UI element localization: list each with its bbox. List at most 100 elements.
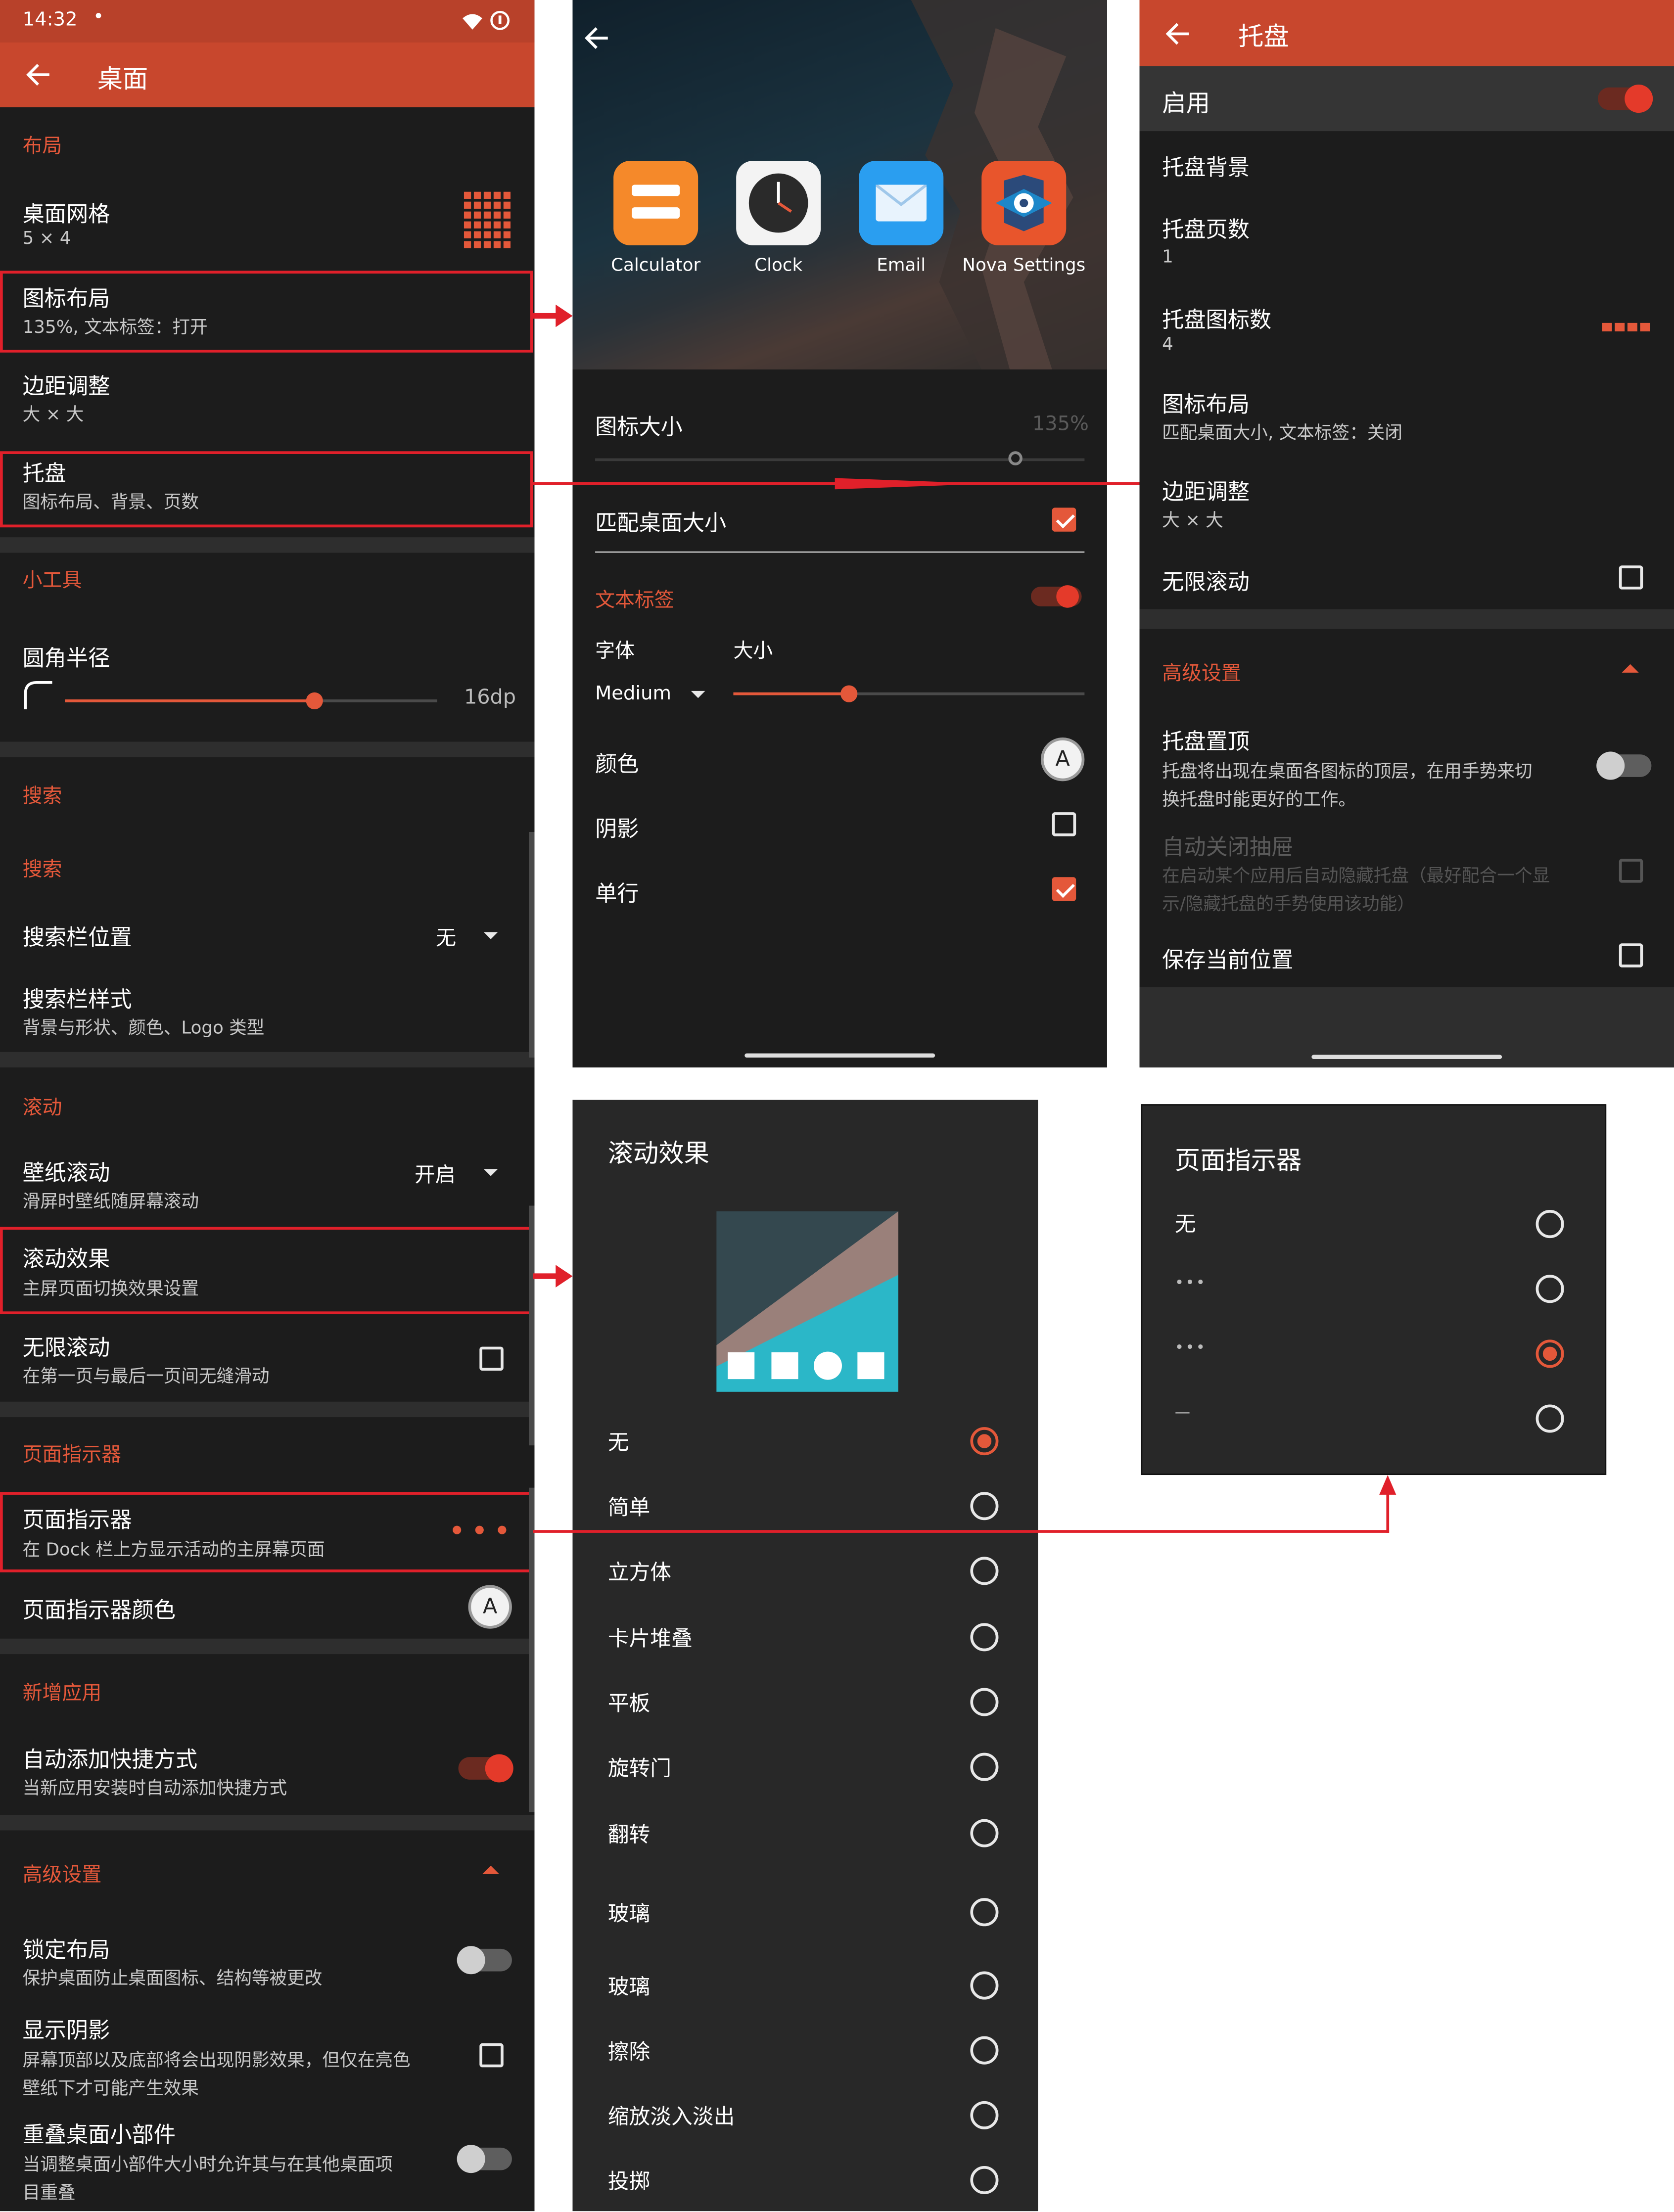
radio-button[interactable] <box>1535 1404 1564 1433</box>
show-shadow-checkbox[interactable] <box>479 2043 504 2068</box>
enable-row[interactable]: 启用 <box>1139 66 1674 132</box>
margin-setting[interactable]: 边距调整 大 × 大 <box>0 358 534 440</box>
scroll-effect-dialog: 滚动效果 无简单 立方体 卡片堆叠 平板 旋转门 翻转 玻璃 玻璃 擦除 缩放淡入淡出 投掷 <box>572 1100 1038 2212</box>
effect-option[interactable]: 投掷 <box>572 2155 1038 2206</box>
scrollbar[interactable] <box>529 1487 535 1812</box>
lock-sub: 保护桌面防止桌面图标、结构等被更改 <box>22 1967 323 1988</box>
dock-margin-title[interactable]: 边距调整 <box>1162 475 1250 507</box>
radio-button[interactable] <box>970 1492 999 1521</box>
indicator-option[interactable]: ••• <box>1142 1329 1605 1380</box>
chevron-up-icon[interactable] <box>1622 664 1639 673</box>
wallpaper-scroll[interactable]: 壁纸滚动 滑屏时壁纸随屏幕滚动 开启 <box>0 1149 534 1220</box>
effect-option[interactable]: 平板 <box>572 1677 1038 1728</box>
effect-option[interactable]: 简单 <box>572 1480 1038 1531</box>
radio-button[interactable] <box>970 1752 999 1781</box>
search-bar-style[interactable]: 搜索栏样式 背景与形状、颜色、Logo 类型 <box>0 973 534 1044</box>
label-toggle[interactable] <box>1030 585 1082 608</box>
effect-option[interactable]: 旋转门 <box>572 1742 1038 1793</box>
scrollbar[interactable] <box>529 1205 535 1446</box>
dock-save-checkbox[interactable] <box>1619 943 1643 968</box>
search-bar-position[interactable]: 搜索栏位置 无 <box>0 910 534 966</box>
radio-button[interactable] <box>970 1557 999 1585</box>
shadow-checkbox[interactable] <box>1052 812 1076 836</box>
page-indicator-dialog: 页面指示器 无 ••• ••• — <box>1141 1104 1607 1475</box>
dock-save-title[interactable]: 保存当前位置 <box>1162 943 1293 974</box>
radio-button[interactable] <box>970 2036 999 2065</box>
effect-option[interactable]: 缩放淡入淡出 <box>572 2090 1038 2141</box>
indicator-option[interactable]: 无 <box>1142 1198 1605 1249</box>
dock-inf-checkbox[interactable] <box>1619 565 1643 590</box>
effect-option[interactable]: 无 <box>572 1416 1038 1467</box>
size-label: 大小 <box>733 640 773 663</box>
radio-button[interactable] <box>1535 1339 1564 1368</box>
effect-option[interactable]: 擦除 <box>572 2025 1038 2076</box>
bar-style-sub: 背景与形状、颜色、Logo 类型 <box>22 1016 265 1038</box>
auto-shortcut-toggle[interactable] <box>458 1754 513 1783</box>
font-value[interactable]: Medium <box>595 683 671 705</box>
grid-setting[interactable]: 桌面网格 5 × 4 <box>0 184 534 261</box>
shadow-sub-2: 壁纸下才可能产生效果 <box>22 2077 199 2099</box>
label-size-thumb[interactable] <box>840 685 858 702</box>
indicator-color-setting[interactable]: 页面指示器颜色 A <box>0 1579 534 1636</box>
indicator-option[interactable]: ••• <box>1142 1263 1605 1314</box>
app-icon-clock[interactable] <box>736 161 821 246</box>
icon-size-thumb[interactable] <box>1009 451 1023 465</box>
dock-count-title[interactable]: 托盘图标数 <box>1162 303 1271 334</box>
dock-inf-title[interactable]: 无限滚动 <box>1162 565 1250 597</box>
radius-slider-thumb[interactable] <box>306 692 323 709</box>
effect-option[interactable]: 玻璃 <box>572 1887 1038 1937</box>
calculator-icon <box>632 184 680 196</box>
color-badge-icon[interactable]: A <box>468 1585 512 1629</box>
shadow-sub-1: 屏幕顶部以及底部将会出现阴影效果，但仅在亮色 <box>22 2049 411 2071</box>
radio-button[interactable] <box>970 1898 999 1927</box>
radio-button[interactable] <box>970 1623 999 1652</box>
single-line-checkbox[interactable] <box>1052 877 1076 901</box>
font-label: 字体 <box>595 640 635 663</box>
lock-layout-toggle[interactable] <box>457 1946 512 1975</box>
radio-button[interactable] <box>970 1819 999 1847</box>
app-icon-calculator[interactable] <box>613 161 698 246</box>
dock-bg-title[interactable]: 托盘背景 <box>1162 151 1250 182</box>
show-shadow-setting[interactable]: 显示阴影 屏幕顶部以及底部将会出现阴影效果，但仅在亮色 壁纸下才可能产生效果 <box>0 2008 534 2104</box>
effect-option-label: 平板 <box>607 1691 651 1716</box>
match-checkbox[interactable] <box>1052 507 1076 532</box>
dock-top-toggle[interactable] <box>1596 751 1652 780</box>
radio-button[interactable] <box>1535 1275 1564 1303</box>
radio-button[interactable] <box>970 1427 999 1456</box>
section-layout: 布局 <box>22 135 62 158</box>
radio-button[interactable] <box>970 1688 999 1716</box>
auto-shortcut-setting[interactable]: 自动添加快捷方式 当新应用安装时自动添加快捷方式 <box>0 1735 534 1808</box>
effect-option-label: 投掷 <box>607 2168 651 2194</box>
effect-option[interactable]: 立方体 <box>572 1546 1038 1597</box>
color-badge-icon[interactable]: A <box>1040 737 1085 782</box>
overlap-widgets-setting[interactable]: 重叠桌面小部件 当调整桌面小部件大小时允许其与在其他桌面项 目重叠 <box>0 2113 534 2212</box>
back-arrow-icon[interactable] <box>25 62 50 87</box>
grid-title: 桌面网格 <box>22 201 110 227</box>
bar-pos-title: 搜索栏位置 <box>22 925 132 951</box>
overlap-toggle[interactable] <box>457 2145 512 2173</box>
radio-button[interactable] <box>970 1971 999 2000</box>
match-desktop-setting[interactable]: 匹配桌面大小 <box>572 494 1107 550</box>
infinite-scroll-setting[interactable]: 无限滚动 在第一页与最后一页间无缝滑动 <box>0 1323 534 1396</box>
back-arrow-icon[interactable] <box>584 25 609 50</box>
effect-option[interactable]: 翻转 <box>572 1808 1038 1859</box>
back-arrow-icon[interactable] <box>1165 21 1190 46</box>
lock-layout-setting[interactable]: 锁定布局 保护桌面防止桌面图标、结构等被更改 <box>0 1925 534 1998</box>
effect-option[interactable]: 玻璃 <box>572 1960 1038 2011</box>
radio-button[interactable] <box>970 2166 999 2194</box>
radio-button[interactable] <box>970 2101 999 2129</box>
scrollbar[interactable] <box>529 832 535 1058</box>
chevron-down-icon[interactable] <box>691 691 705 698</box>
enable-toggle[interactable] <box>1598 85 1653 113</box>
app-icon-email[interactable] <box>859 161 944 246</box>
radio-button[interactable] <box>1535 1210 1564 1239</box>
effect-option[interactable]: 卡片堆叠 <box>572 1612 1038 1663</box>
dock-pages-title[interactable]: 托盘页数 <box>1162 213 1250 244</box>
chevron-down-icon <box>483 932 498 939</box>
app-icon-nova[interactable] <box>981 161 1067 246</box>
indicator-option[interactable]: — <box>1142 1393 1605 1444</box>
infinite-scroll-checkbox[interactable] <box>479 1346 504 1371</box>
inf-sub: 在第一页与最后一页间无缝滑动 <box>22 1365 270 1386</box>
chevron-up-icon[interactable] <box>482 1865 500 1874</box>
dock-layout-title[interactable]: 图标布局 <box>1162 388 1250 419</box>
